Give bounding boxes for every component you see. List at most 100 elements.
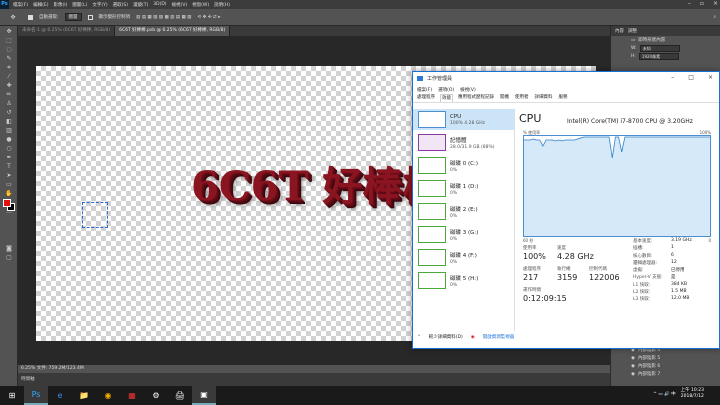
width-field[interactable]: 未知 — [639, 44, 680, 52]
menu-image[interactable]: 影像(I) — [53, 2, 67, 8]
tab-adjustments[interactable]: 調整 — [628, 28, 637, 34]
tab-untitled[interactable]: 未命名-1 @ 6.25% (6C6T 好棒棒, RGB/8) — [18, 26, 116, 36]
disk-mini-graph — [418, 272, 446, 289]
sidebar-item-disk-1[interactable]: 磁碟 1 (D:) 0% — [413, 178, 514, 199]
resource-monitor-link[interactable]: 開啟資源監視器 — [483, 334, 515, 340]
foreground-color-swatch[interactable] — [3, 199, 11, 207]
align-icons[interactable]: ▥ ▤ ▦ ▧ ▨ ▩ ▥ ▤ ▦ ▧ — [136, 15, 191, 20]
move-tool-icon[interactable]: ✥ — [4, 28, 14, 35]
hand-tool-icon[interactable]: ✋ — [4, 190, 14, 197]
sidebar-item-disk-4[interactable]: 磁碟 4 (F:) 0% — [413, 247, 514, 268]
tab-users[interactable]: 使用者 — [514, 94, 530, 102]
tray-icons[interactable]: ^ ▭ 🔊 中 — [653, 391, 675, 397]
fewer-details-link[interactable]: 較少詳細資料(D) — [429, 334, 463, 340]
timeline-panel-tab[interactable]: 時間軸 — [18, 373, 610, 386]
settings-taskbar-icon[interactable]: ⚙ — [144, 386, 168, 405]
task-manager-taskbar-icon[interactable]: ▣ — [192, 386, 216, 405]
clock[interactable]: 上午 10:23 2018/7/12 — [681, 388, 704, 400]
close-icon[interactable]: × — [713, 0, 718, 7]
show-transform-checkbox[interactable] — [87, 14, 93, 20]
tm-menu-view[interactable]: 檢視(V) — [460, 87, 476, 93]
sidebar-item-disk-0[interactable]: 磁碟 0 (C:) 0% — [413, 155, 514, 176]
tab-details[interactable]: 詳細資料 — [534, 94, 554, 102]
menu-view[interactable]: 檢視(V) — [172, 2, 188, 8]
layer-row[interactable]: ◉ 內部陰影 6 — [625, 362, 720, 370]
quick-select-icon[interactable]: ✎ — [4, 55, 14, 62]
start-button-icon[interactable]: ⊞ — [0, 386, 24, 405]
menu-3d[interactable]: 3D(D) — [153, 2, 166, 8]
stamp-tool-icon[interactable]: ♙ — [4, 100, 14, 107]
sidebar-item-disk-5[interactable]: 磁碟 5 (H:) 0% — [413, 270, 514, 291]
tm-menu-file[interactable]: 檔案(F) — [417, 87, 432, 93]
path-select-icon[interactable]: ➤ — [4, 172, 14, 179]
disk-mini-graph — [418, 180, 446, 197]
search-icon[interactable]: ⌕ — [713, 14, 716, 20]
menu-select[interactable]: 選取(S) — [113, 2, 128, 8]
eye-icon[interactable]: ◉ — [631, 356, 635, 361]
photoshop-taskbar-icon[interactable]: Ps — [24, 386, 48, 405]
3d-mode-icons[interactable]: ⟲ ✥ ✣ ⇄ ▸ — [197, 15, 220, 20]
sidebar-item-disk-3[interactable]: 磁碟 3 (G:) 0% — [413, 224, 514, 245]
height-field[interactable]: 1920像素 — [638, 52, 679, 60]
history-brush-icon[interactable]: ↺ — [4, 109, 14, 116]
selection-marquee — [82, 202, 108, 228]
eye-icon[interactable]: ◉ — [631, 372, 635, 377]
cpu-mini-graph — [418, 111, 446, 128]
explorer-taskbar-icon[interactable]: 📁 — [72, 386, 96, 405]
ps-options-bar: ✥ 自動選取: 圖層 顯示變形控制項 ▥ ▤ ▦ ▧ ▨ ▩ ▥ ▤ ▦ ▧ ⟲… — [0, 9, 720, 26]
dodge-tool-icon[interactable]: ○ — [4, 145, 14, 152]
tm-menu-options[interactable]: 選項(O) — [438, 87, 454, 93]
quick-mask-icon[interactable]: ◙ — [4, 245, 14, 252]
menu-edit[interactable]: 編輯(E) — [33, 2, 48, 8]
fewer-details-icon[interactable]: ⌃ — [417, 335, 421, 340]
printer-taskbar-icon[interactable]: 🖨 — [168, 386, 192, 405]
menu-layer[interactable]: 圖層(L) — [72, 2, 87, 8]
tab-properties[interactable]: 內容 — [615, 28, 624, 34]
tab-6c6t-psb[interactable]: 6C6T 好棒棒.psb @ 6.25% (6C6T 好棒棒, RGB/8) — [115, 26, 231, 36]
close-icon[interactable]: × — [708, 74, 713, 81]
maximize-icon[interactable]: □ — [688, 74, 694, 81]
tab-startup[interactable]: 開機 — [499, 94, 510, 102]
brush-tool-icon[interactable]: ✏ — [4, 91, 14, 98]
minimize-icon[interactable]: – — [671, 74, 674, 81]
tab-services[interactable]: 服務 — [558, 94, 569, 102]
sidebar-item-cpu[interactable]: CPU 100% 4.28 GHz — [413, 109, 514, 130]
layer-row[interactable]: ◉ 內部陰影 7 — [625, 370, 720, 378]
menu-type[interactable]: 文字(Y) — [92, 2, 107, 8]
blur-tool-icon[interactable]: ● — [4, 136, 14, 143]
sidebar-item-disk-2[interactable]: 磁碟 2 (E:) 0% — [413, 201, 514, 222]
eraser-tool-icon[interactable]: ◧ — [4, 118, 14, 125]
chrome-taskbar-icon[interactable]: ◉ — [96, 386, 120, 405]
tab-processes[interactable]: 處理程序 — [416, 94, 436, 102]
resource-monitor-icon: ◉ — [470, 334, 475, 340]
shape-tool-icon[interactable]: ▭ — [4, 181, 14, 188]
spec-row: 核心數目: 6 — [633, 252, 674, 259]
eyedropper-icon[interactable]: ⁄ — [4, 73, 14, 80]
menu-window[interactable]: 視窗(W) — [192, 2, 209, 8]
crop-tool-icon[interactable]: ⌗ — [4, 64, 14, 71]
menu-help[interactable]: 說明(H) — [214, 2, 230, 8]
auto-select-dropdown[interactable]: 圖層 — [64, 13, 82, 21]
gradient-tool-icon[interactable]: ▥ — [4, 127, 14, 134]
pen-tool-icon[interactable]: ✒ — [4, 154, 14, 161]
tab-app-history[interactable]: 應用程式歷程記錄 — [457, 94, 495, 102]
edge-taskbar-icon[interactable]: e — [48, 386, 72, 405]
maximize-icon[interactable]: ▫ — [700, 0, 704, 7]
layer-row[interactable]: ◉ 內部陰影 5 — [625, 354, 720, 362]
task-manager-icon — [417, 76, 423, 81]
menu-filter[interactable]: 濾鏡(T) — [133, 2, 148, 8]
move-tool-icon[interactable]: ✥ — [8, 14, 18, 21]
screen-mode-icon[interactable]: ▢ — [4, 254, 14, 261]
utilization-label: 使用率 — [523, 246, 537, 251]
type-tool-icon[interactable]: T — [4, 163, 14, 170]
eye-icon[interactable]: ◉ — [631, 364, 635, 369]
minimize-icon[interactable]: – — [688, 0, 691, 7]
sidebar-item-memory[interactable]: 記憶體 28.0/31.9 GB (88%) — [413, 132, 514, 153]
app-taskbar-icon[interactable]: ▦ — [120, 386, 144, 405]
menu-file[interactable]: 檔案(F) — [13, 2, 28, 8]
auto-select-checkbox[interactable] — [28, 14, 33, 20]
lasso-tool-icon[interactable]: ◌ — [4, 46, 14, 53]
marquee-tool-icon[interactable]: ⬚ — [4, 37, 14, 44]
healing-brush-icon[interactable]: ✚ — [4, 82, 14, 89]
tab-performance[interactable]: 效能 — [440, 94, 453, 102]
